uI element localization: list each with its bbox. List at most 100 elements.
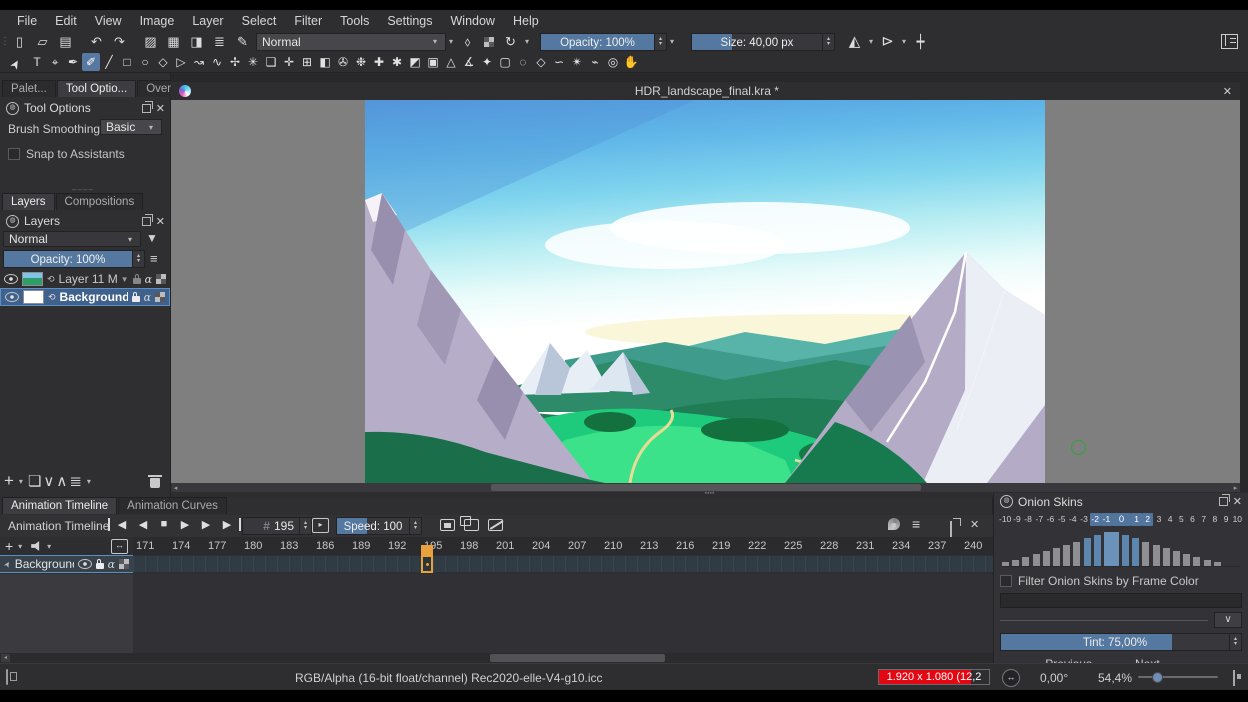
tab-layers[interactable]: Layers bbox=[2, 193, 55, 210]
menu-select[interactable]: Select bbox=[233, 12, 286, 30]
menu-layer[interactable]: Layer bbox=[183, 12, 232, 30]
onion-opacity-bar[interactable] bbox=[1002, 562, 1009, 566]
next-frame-button[interactable]: ▶ bbox=[196, 518, 216, 531]
frame-spinner[interactable]: ▴▾ bbox=[300, 517, 312, 535]
crop-frame-icon[interactable]: ┿ bbox=[909, 33, 932, 51]
onion-number--4[interactable]: -4 bbox=[1067, 513, 1078, 526]
brush-smoothing-dropdown[interactable]: Basic ▾ bbox=[100, 119, 162, 135]
workspace-chooser-icon[interactable] bbox=[1221, 34, 1238, 49]
assistants-icon[interactable]: △ bbox=[442, 53, 460, 71]
onion-number-7[interactable]: 7 bbox=[1198, 513, 1209, 526]
show-current-frame-icon[interactable] bbox=[440, 519, 455, 531]
size-spinner[interactable]: ▴▾ bbox=[823, 33, 835, 51]
stop-button[interactable]: ■ bbox=[154, 518, 174, 531]
docker-tab-0[interactable]: Palet... bbox=[2, 80, 56, 97]
dynamic-brush-icon[interactable]: ✢ bbox=[226, 53, 244, 71]
freehand-select-icon[interactable]: ∽ bbox=[550, 53, 568, 71]
close-icon[interactable]: ✕ bbox=[970, 518, 979, 531]
pin-to-timeline-icon[interactable]: ▼ bbox=[121, 275, 129, 284]
menu-image[interactable]: Image bbox=[131, 12, 184, 30]
scroll-left-icon[interactable]: ◂ bbox=[171, 484, 180, 492]
preserve-alpha-icon[interactable] bbox=[484, 37, 494, 47]
onion-number-0[interactable]: 0 bbox=[1112, 513, 1131, 526]
frame-ruler[interactable]: 1711741771801831861891921951982012042072… bbox=[133, 537, 993, 555]
onion-opacity-bar[interactable] bbox=[1204, 560, 1211, 566]
zoom-level-status[interactable]: 54,4% bbox=[1098, 671, 1132, 685]
spin-down-icon[interactable]: ▾ bbox=[827, 42, 830, 47]
onion-number-8[interactable]: 8 bbox=[1209, 513, 1220, 526]
selection-status-icon[interactable] bbox=[6, 669, 8, 685]
menu-settings[interactable]: Settings bbox=[378, 12, 441, 30]
inherit-alpha-icon[interactable] bbox=[156, 274, 166, 284]
layer-row-selected[interactable]: ⟲ Background α bbox=[0, 288, 170, 306]
onion-number-10[interactable]: 10 bbox=[1232, 513, 1243, 526]
freehand-path-icon[interactable]: ∿ bbox=[208, 53, 226, 71]
color-sampler-icon[interactable]: ✇ bbox=[334, 53, 352, 71]
chevron-down-icon[interactable]: ▾ bbox=[899, 37, 909, 46]
skip-to-start-button[interactable]: ◀ bbox=[108, 518, 132, 531]
timeline-track-frames[interactable] bbox=[133, 555, 993, 573]
onion-opacity-bar[interactable] bbox=[1183, 554, 1190, 566]
layer-visible-icon[interactable] bbox=[5, 292, 19, 302]
onion-opacity-bar[interactable] bbox=[1043, 551, 1050, 566]
move-layer-down-button[interactable]: ∨ bbox=[43, 472, 54, 490]
chevron-down-icon[interactable]: ▾ bbox=[16, 477, 26, 486]
lock-closed-icon[interactable] bbox=[96, 563, 104, 569]
onion-opacity-bar[interactable] bbox=[1012, 560, 1019, 566]
chevron-down-icon[interactable]: ▾ bbox=[15, 542, 25, 551]
inherit-alpha-icon[interactable] bbox=[155, 292, 165, 302]
colorize-mask-icon[interactable]: ✚ bbox=[370, 53, 388, 71]
edit-shapes-icon[interactable]: ⌖ bbox=[46, 53, 64, 71]
smart-patch-icon[interactable]: ✱ bbox=[388, 53, 406, 71]
alpha-channel-icon[interactable]: α bbox=[144, 291, 151, 304]
open-document-icon[interactable]: ▱ bbox=[31, 33, 54, 51]
add-layer-button[interactable]: + bbox=[4, 471, 14, 491]
zoom-fit-timeline-icon[interactable]: ↔ bbox=[111, 539, 128, 554]
onion-number--1[interactable]: -1 bbox=[1101, 513, 1112, 526]
close-icon[interactable]: ✕ bbox=[156, 102, 165, 115]
layer-visible-icon[interactable] bbox=[78, 559, 92, 569]
previous-frame-button[interactable]: ◀ bbox=[133, 518, 153, 531]
onion-opacity-bar[interactable] bbox=[1094, 535, 1101, 566]
rect-select-icon[interactable]: ▢ bbox=[496, 53, 514, 71]
spin-down-icon[interactable]: ▾ bbox=[1234, 642, 1237, 647]
redo-icon[interactable]: ↷ bbox=[108, 33, 131, 51]
layer-filter-icon[interactable]: ▼ bbox=[146, 231, 158, 245]
timeline-track-label[interactable]: ➤ Background α bbox=[0, 555, 133, 573]
pattern-chooser-icon[interactable]: ▦ bbox=[162, 33, 185, 51]
menu-window[interactable]: Window bbox=[442, 12, 504, 30]
onion-opacity-bar[interactable] bbox=[1153, 545, 1160, 566]
speed-spinbox[interactable]: Speed: 100 % ▴▾ bbox=[336, 517, 422, 535]
expand-chevron-icon[interactable]: ∨ bbox=[1214, 612, 1242, 628]
menu-view[interactable]: View bbox=[86, 12, 131, 30]
add-keyframe-button[interactable]: + bbox=[5, 538, 13, 554]
brush-presets-icon[interactable]: ≣ bbox=[208, 33, 231, 51]
lock-closed-icon[interactable] bbox=[132, 296, 140, 302]
onion-number-2[interactable]: 2 bbox=[1142, 513, 1153, 526]
fill-icon[interactable]: ◩ bbox=[406, 53, 424, 71]
onion-number--6[interactable]: -6 bbox=[1045, 513, 1056, 526]
mirror-horizontal-icon[interactable]: ◭ bbox=[843, 33, 866, 51]
onion-opacity-bar[interactable] bbox=[1132, 538, 1139, 566]
canvas-painting[interactable] bbox=[365, 100, 1045, 483]
fg-bg-color-icon[interactable]: ◨ bbox=[185, 33, 208, 51]
canvas-surround[interactable] bbox=[171, 100, 1240, 483]
layer-row[interactable]: ⟲ Layer 11 Me... ▼ α bbox=[0, 270, 170, 288]
chevron-down-icon[interactable]: ▾ bbox=[667, 37, 677, 46]
zoom-fit-page-icon[interactable] bbox=[1233, 670, 1235, 686]
tint-slider[interactable]: Tint: 75,00% bbox=[1000, 633, 1230, 651]
polyline-icon[interactable]: ▷ bbox=[172, 53, 190, 71]
polygon-select-icon[interactable]: ◇ bbox=[532, 53, 550, 71]
chevron-down-icon[interactable]: ▾ bbox=[866, 37, 876, 46]
onion-opacity-bar[interactable] bbox=[1104, 532, 1119, 566]
ellipse-select-icon[interactable]: ◌ bbox=[514, 53, 532, 71]
duplicate-layer-button[interactable]: ❏ bbox=[28, 472, 41, 490]
wrap-around-icon[interactable]: ⊳ bbox=[876, 33, 899, 51]
ellipse-icon[interactable]: ○ bbox=[136, 53, 154, 71]
chevron-down-icon[interactable]: ▾ bbox=[446, 37, 456, 46]
onion-number--5[interactable]: -5 bbox=[1056, 513, 1067, 526]
magnetic-select-icon[interactable]: ⌁ bbox=[586, 53, 604, 71]
float-docker-icon[interactable] bbox=[142, 104, 151, 113]
spin-down-icon[interactable]: ▾ bbox=[137, 259, 140, 264]
show-all-frames-icon[interactable] bbox=[464, 519, 479, 531]
